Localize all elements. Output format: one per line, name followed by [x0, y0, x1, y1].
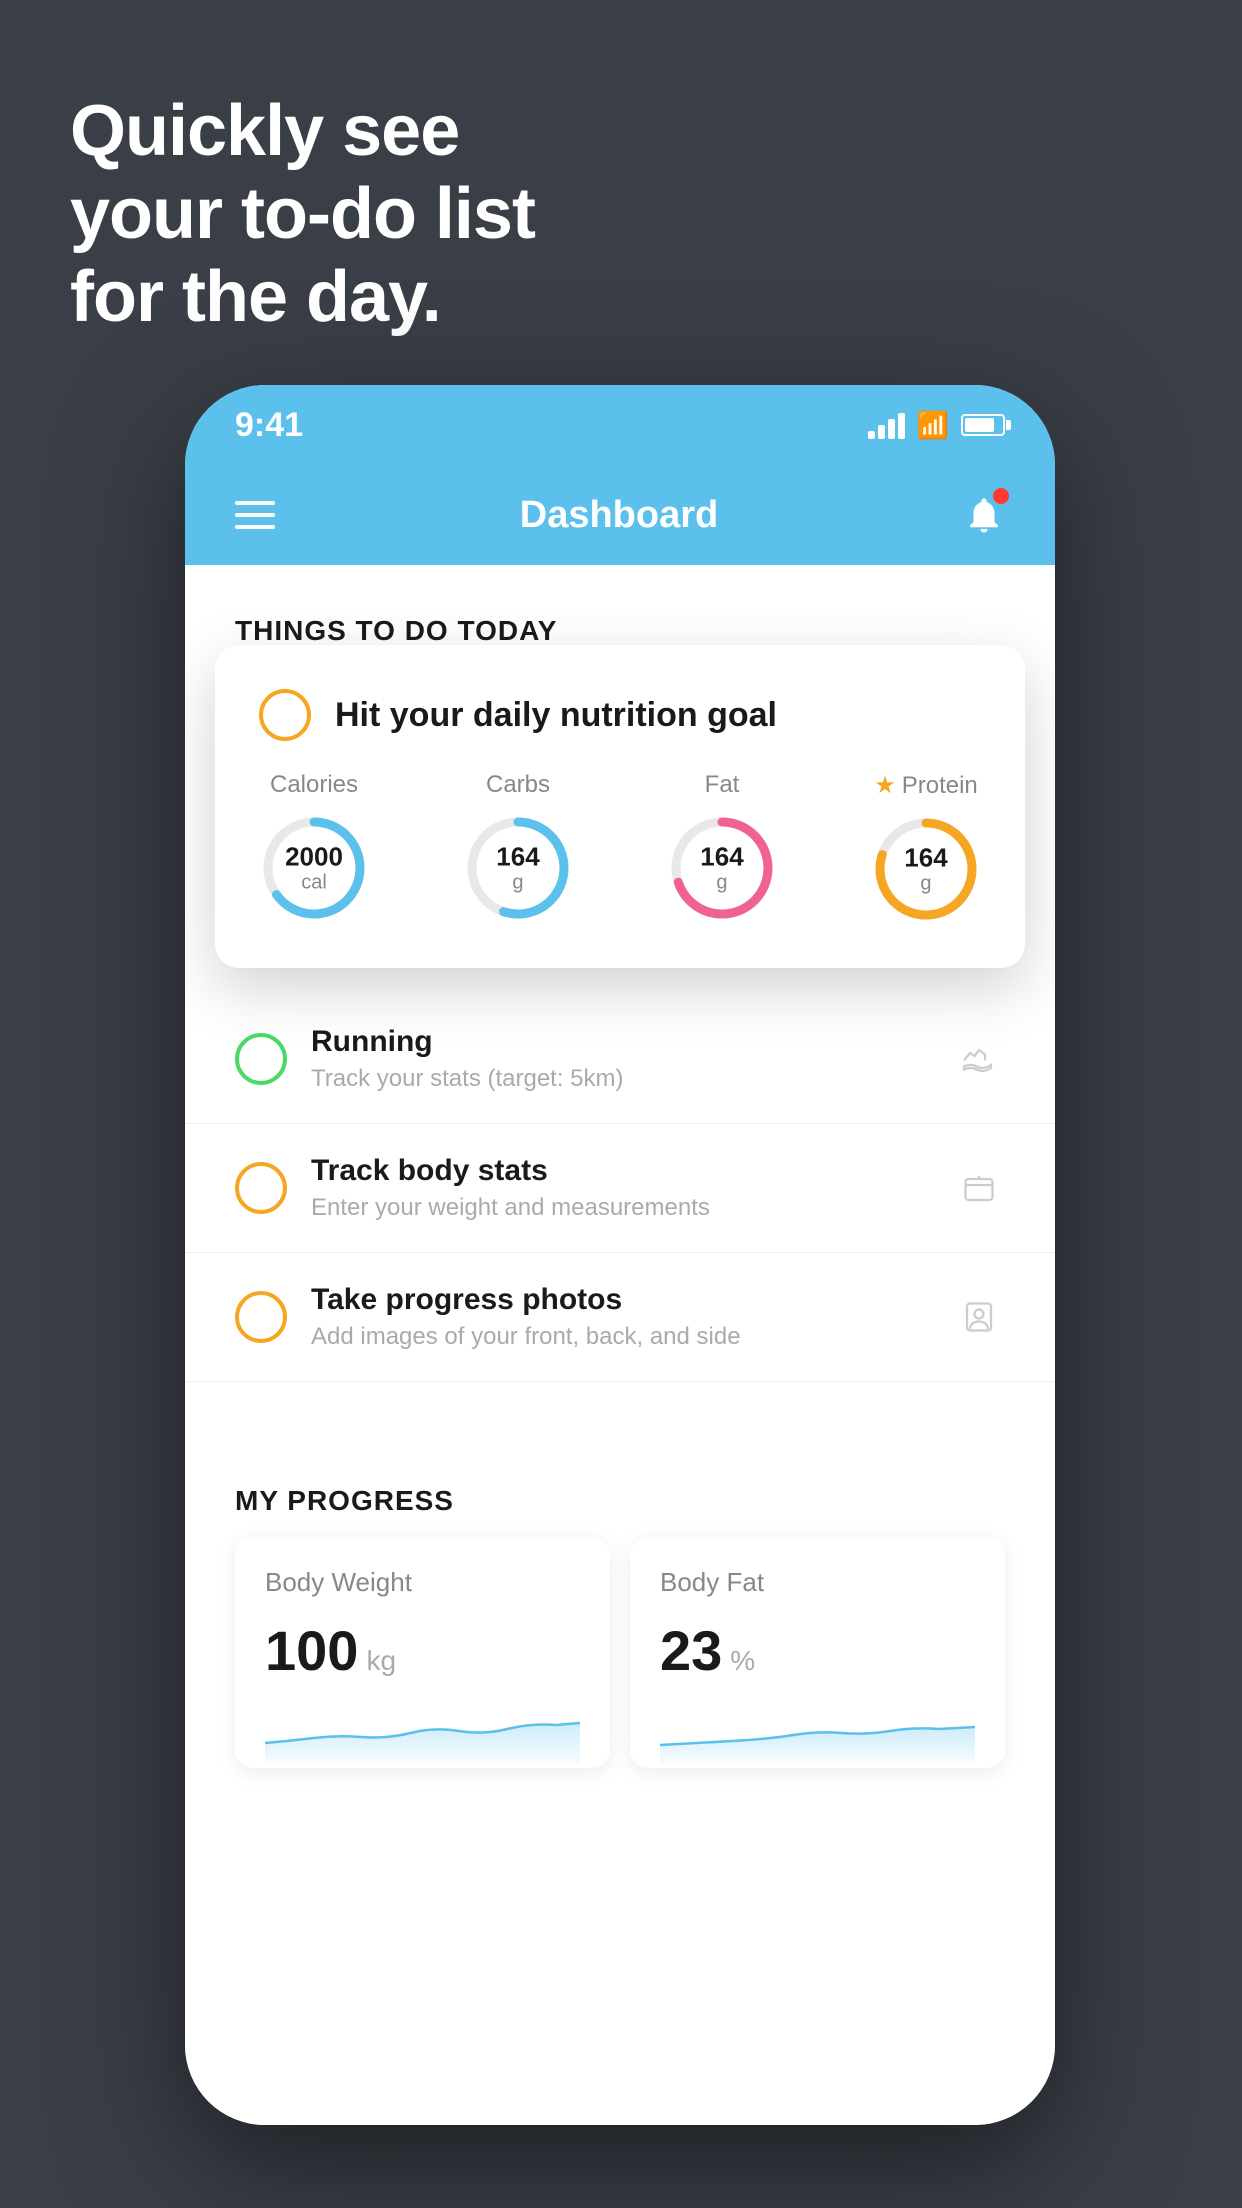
- running-subtitle: Track your stats (target: 5km): [311, 1065, 929, 1093]
- body-fat-card: Body Fat 23 %: [630, 1537, 1005, 1768]
- fat-label: Fat: [705, 771, 740, 799]
- signal-icon: [868, 411, 905, 439]
- progress-header: MY PROGRESS: [185, 1445, 1055, 1537]
- fat-ring: 164 g: [667, 813, 777, 923]
- body-fat-value: 23 %: [660, 1618, 975, 1683]
- hamburger-button[interactable]: [235, 501, 275, 529]
- protein-label: ★ Protein: [874, 771, 978, 800]
- calories-ring: 2000 cal: [259, 813, 369, 923]
- photos-title: Take progress photos: [311, 1283, 929, 1317]
- battery-icon: [961, 414, 1005, 436]
- body-weight-title: Body Weight: [265, 1567, 580, 1598]
- body-stats-title: Track body stats: [311, 1154, 929, 1188]
- body-weight-card: Body Weight 100 kg: [235, 1537, 610, 1768]
- phone-content: THINGS TO DO TODAY Hit your daily nutrit…: [185, 565, 1055, 2125]
- nav-bar: Dashboard: [185, 465, 1055, 565]
- todo-row-running[interactable]: Running Track your stats (target: 5km): [185, 995, 1055, 1124]
- todo-list: Running Track your stats (target: 5km) T…: [185, 995, 1055, 1382]
- todo-row-body-stats[interactable]: Track body stats Enter your weight and m…: [185, 1124, 1055, 1253]
- running-title: Running: [311, 1025, 929, 1059]
- body-stats-subtitle: Enter your weight and measurements: [311, 1194, 929, 1222]
- protein-ring: 164 g: [871, 814, 981, 924]
- nutrition-carbs: Carbs 164 g: [463, 771, 573, 923]
- body-weight-value: 100 kg: [265, 1618, 580, 1683]
- body-stats-checkbox[interactable]: [235, 1162, 287, 1214]
- scale-icon: [953, 1162, 1005, 1214]
- status-icons: 📶: [868, 410, 1005, 441]
- status-time: 9:41: [235, 406, 303, 445]
- notification-dot: [993, 488, 1009, 504]
- hero-text: Quickly see your to-do list for the day.: [70, 90, 535, 338]
- phone-mockup: 9:41 📶 Dashboard TH: [185, 385, 1055, 2125]
- todo-row-photos[interactable]: Take progress photos Add images of your …: [185, 1253, 1055, 1382]
- person-icon: [953, 1291, 1005, 1343]
- running-checkbox[interactable]: [235, 1033, 287, 1085]
- body-fat-sparkline: [660, 1703, 975, 1763]
- nutrition-card: Hit your daily nutrition goal Calories 2…: [215, 645, 1025, 968]
- shoe-icon: [953, 1033, 1005, 1085]
- calories-label: Calories: [270, 771, 358, 799]
- wifi-icon: 📶: [917, 410, 949, 441]
- progress-grid: Body Weight 100 kg: [185, 1537, 1055, 1768]
- star-icon: ★: [874, 771, 896, 800]
- nutrition-fat: Fat 164 g: [667, 771, 777, 923]
- nutrition-grid: Calories 2000 cal Carbs: [259, 771, 981, 924]
- status-bar: 9:41 📶: [185, 385, 1055, 465]
- body-fat-title: Body Fat: [660, 1567, 975, 1598]
- nutrition-main-item: Hit your daily nutrition goal: [259, 689, 981, 741]
- photos-subtitle: Add images of your front, back, and side: [311, 1323, 929, 1351]
- nutrition-calories: Calories 2000 cal: [259, 771, 369, 923]
- carbs-ring: 164 g: [463, 813, 573, 923]
- bell-icon[interactable]: [963, 492, 1005, 538]
- progress-section: MY PROGRESS Body Weight 100 kg: [185, 1445, 1055, 1768]
- nutrition-checkbox[interactable]: [259, 689, 311, 741]
- nutrition-label: Hit your daily nutrition goal: [335, 696, 777, 735]
- carbs-label: Carbs: [486, 771, 550, 799]
- nutrition-protein: ★ Protein 164 g: [871, 771, 981, 924]
- photos-checkbox[interactable]: [235, 1291, 287, 1343]
- nav-title: Dashboard: [520, 494, 718, 537]
- body-weight-sparkline: [265, 1703, 580, 1763]
